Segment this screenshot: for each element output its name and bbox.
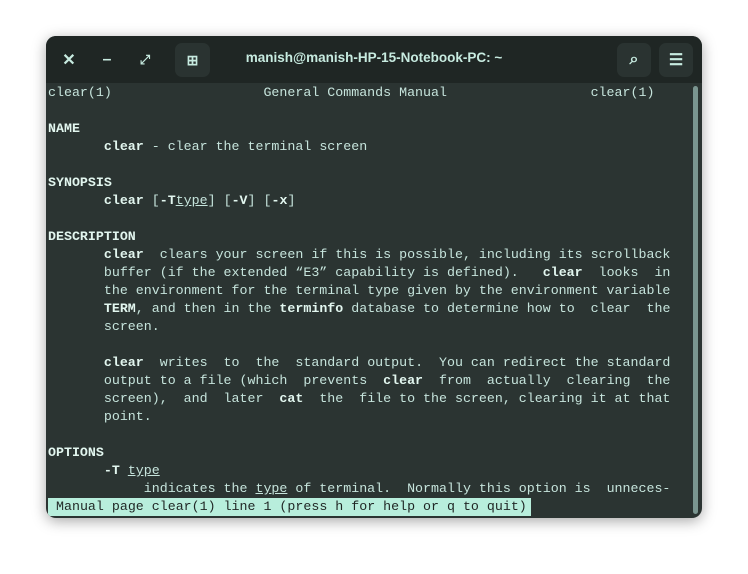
man-text: output to a file (which prevents xyxy=(48,373,384,388)
man-text: clear xyxy=(103,355,144,370)
man-text: [ xyxy=(143,193,160,208)
man-text: - clear the terminal screen xyxy=(143,139,368,154)
man-text: clear xyxy=(103,193,144,208)
man-line: clear(1) General Commands Manual clear(1… xyxy=(48,84,654,102)
man-text: screen), and later xyxy=(48,391,280,406)
man-text: ] xyxy=(287,193,296,208)
terminal-window: ✕ – ⤢ ⊞ manish@manish-HP-15-Notebook-PC:… xyxy=(46,36,702,518)
man-line: screen), and later cat the file to the s… xyxy=(48,390,671,408)
man-text xyxy=(48,193,104,208)
man-text: clear xyxy=(383,373,424,388)
man-line: NAME xyxy=(48,120,80,138)
man-text: clear xyxy=(542,265,583,280)
man-text: the environment for the terminal type gi… xyxy=(48,283,671,298)
man-line: clear [-Ttype] [-V] [-x] xyxy=(48,192,296,210)
man-text xyxy=(48,247,104,262)
man-text: -T xyxy=(159,193,176,208)
man-line: DESCRIPTION xyxy=(48,228,136,246)
man-text: clear xyxy=(103,139,144,154)
man-text: point. xyxy=(48,409,152,424)
man-text xyxy=(120,463,128,478)
man-line: TERM, and then in the terminfo database … xyxy=(48,300,671,318)
man-line: OPTIONS xyxy=(48,444,104,462)
man-line: indicates the type of terminal. Normally… xyxy=(48,480,671,498)
man-text: -V xyxy=(231,193,248,208)
man-line: clear - clear the terminal screen xyxy=(48,138,367,156)
scrollbar[interactable] xyxy=(693,86,698,514)
man-text xyxy=(48,139,104,154)
man-text: indicates the xyxy=(48,481,256,496)
man-text: -x xyxy=(271,193,288,208)
man-text: writes to the standard output. You can r… xyxy=(143,355,671,370)
man-line: screen. xyxy=(48,318,160,336)
man-line: clear writes to the standard output. You… xyxy=(48,354,671,372)
man-text: screen. xyxy=(48,319,160,334)
man-text: SYNOPSIS xyxy=(48,175,112,190)
man-line: -T type xyxy=(48,462,160,480)
man-line: point. xyxy=(48,408,152,426)
man-text: , and then in the xyxy=(135,301,280,316)
man-text xyxy=(48,301,104,316)
hamburger-menu-icon: ☰ xyxy=(668,52,684,69)
man-text: NAME xyxy=(48,121,80,136)
header-bar: ✕ – ⤢ ⊞ manish@manish-HP-15-Notebook-PC:… xyxy=(46,36,702,83)
man-text: clear xyxy=(103,247,144,262)
man-text: looks in xyxy=(582,265,671,280)
man-text: clear(1) General Commands Manual clear(1… xyxy=(48,85,655,100)
terminal-content[interactable]: Manual page clear(1) line 1 (press h for… xyxy=(48,83,702,518)
man-text: buffer (if the extended “E3” capability … xyxy=(48,265,543,280)
man-text: of terminal. Normally this option is unn… xyxy=(287,481,671,496)
man-text: terminfo xyxy=(279,301,344,316)
man-text: type xyxy=(255,481,288,496)
man-text: clears your screen if this is possible, … xyxy=(143,247,671,262)
man-text xyxy=(48,355,104,370)
man-text: ] [ xyxy=(207,193,232,208)
man-text: type xyxy=(175,193,208,208)
man-text: database to determine how to clear the xyxy=(343,301,671,316)
man-text: cat xyxy=(279,391,304,406)
man-line: the environment for the terminal type gi… xyxy=(48,282,671,300)
man-line: buffer (if the extended “E3” capability … xyxy=(48,264,671,282)
man-line: SYNOPSIS xyxy=(48,174,112,192)
man-text: OPTIONS xyxy=(48,445,104,460)
man-text xyxy=(48,463,104,478)
man-line: output to a file (which prevents clear f… xyxy=(48,372,671,390)
man-text: from actually clearing the xyxy=(423,373,671,388)
man-text: ] [ xyxy=(247,193,272,208)
man-text: -T xyxy=(103,463,120,478)
search-icon: ⌕ xyxy=(629,51,639,68)
man-text: the file to the screen, clearing it at t… xyxy=(303,391,671,406)
man-line: clear clears your screen if this is poss… xyxy=(48,246,671,264)
man-text: type xyxy=(127,463,160,478)
menu-button[interactable]: ☰ xyxy=(659,43,693,77)
window-title: manish@manish-HP-15-Notebook-PC: ~ xyxy=(245,50,503,65)
man-text: TERM xyxy=(103,301,136,316)
man-text: DESCRIPTION xyxy=(48,229,136,244)
pager-status-line: Manual page clear(1) line 1 (press h for… xyxy=(48,498,531,516)
search-button[interactable]: ⌕ xyxy=(617,43,651,77)
